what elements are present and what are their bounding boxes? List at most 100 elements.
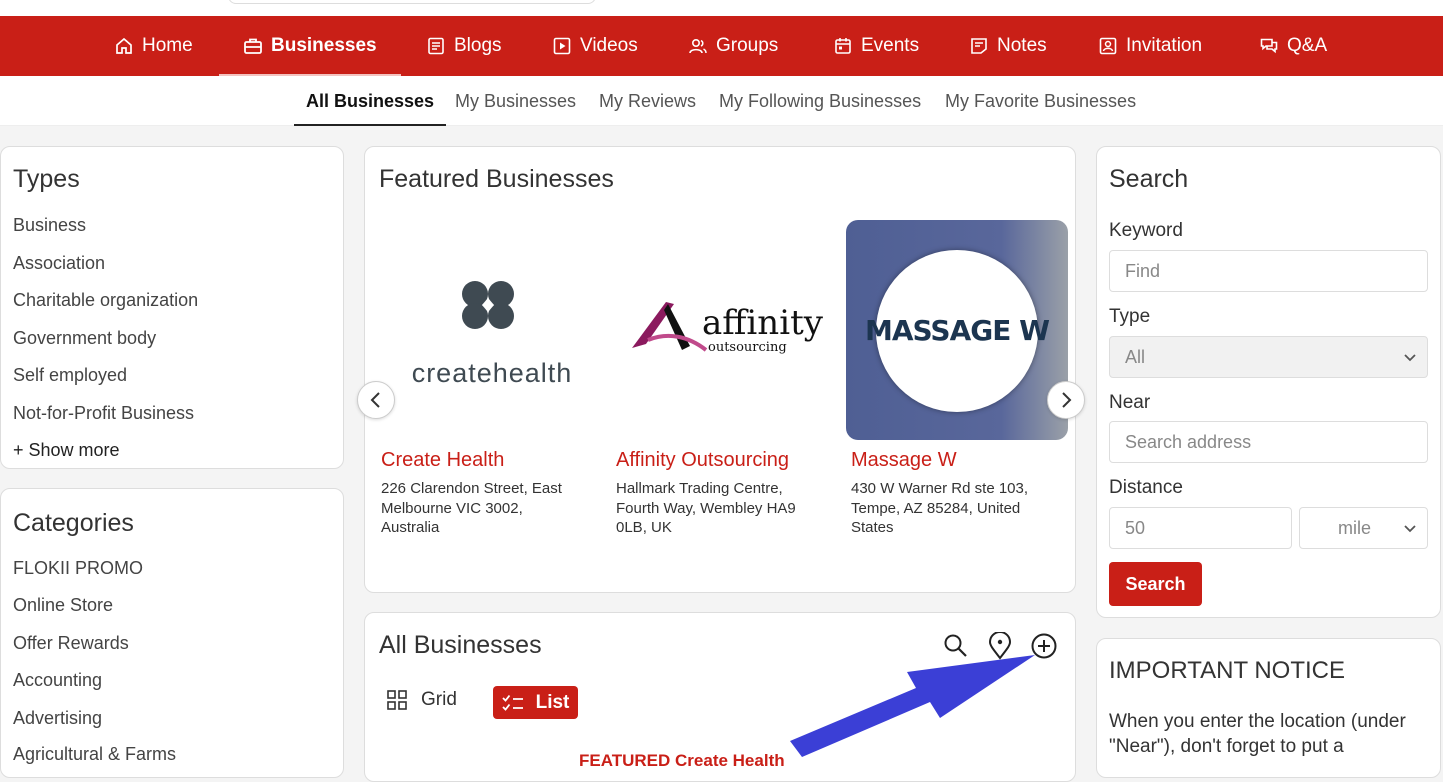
sub-nav: All Businesses My Businesses My Reviews …	[0, 76, 1443, 126]
featured-card: Featured Businesses createhealth affinit…	[357, 146, 1085, 593]
category-link[interactable]: FLOKII PROMO	[13, 558, 143, 579]
notice-title: IMPORTANT NOTICE	[1109, 657, 1346, 684]
nav-videos-label: Videos	[580, 35, 638, 56]
type-link[interactable]: Government body	[13, 328, 156, 349]
chevron-right-icon	[1062, 392, 1072, 408]
nav-groups[interactable]: Groups	[688, 16, 778, 76]
nav-home[interactable]: Home	[114, 16, 193, 76]
affinity-logo-text: affinity	[702, 303, 823, 343]
nav-groups-label: Groups	[716, 35, 779, 56]
near-placeholder: Search address	[1125, 431, 1252, 452]
featured-name-massage-w[interactable]: Massage W	[851, 449, 957, 472]
type-link[interactable]: Not-for-Profit Business	[13, 403, 194, 424]
near-label: Near	[1109, 392, 1151, 413]
search-button[interactable]: Search	[1109, 562, 1202, 606]
nav-invitation-label: Invitation	[1126, 35, 1203, 56]
blog-icon	[428, 37, 444, 55]
nav-businesses-label: Businesses	[271, 35, 377, 56]
keyword-placeholder: Find	[1125, 260, 1161, 281]
notes-icon	[971, 38, 987, 54]
nav-businesses[interactable]: Businesses	[219, 16, 401, 76]
view-list-label: List	[535, 691, 570, 713]
main-nav: Home Businesses Blogs Videos Groups Even…	[0, 16, 1443, 76]
business-list-item-title[interactable]: FEATURED Create Health	[579, 751, 785, 771]
subnav-all-businesses[interactable]: All Businesses	[294, 76, 447, 126]
subnav-my-favorite[interactable]: My Favorite Businesses	[945, 76, 1136, 126]
category-link[interactable]: Online Store	[13, 595, 113, 616]
all-businesses-card: All Businesses Grid List FEATURED Create…	[364, 612, 1076, 782]
distance-label: Distance	[1109, 477, 1183, 498]
nav-invitation[interactable]: Invitation	[1098, 16, 1202, 76]
list-check-icon	[501, 694, 523, 711]
global-search-input[interactable]	[228, 0, 596, 4]
type-link[interactable]: Business	[13, 215, 86, 236]
nav-qa[interactable]: Q&A	[1259, 16, 1327, 76]
view-grid-button[interactable]: Grid	[387, 689, 457, 711]
view-list-button[interactable]: List	[493, 686, 578, 719]
video-icon	[553, 37, 571, 55]
subnav-my-businesses[interactable]: My Businesses	[455, 76, 576, 126]
nav-home-label: Home	[142, 35, 193, 56]
type-select[interactable]: All	[1109, 336, 1428, 378]
categories-title: Categories	[13, 509, 134, 537]
chevron-down-icon	[1404, 354, 1416, 362]
nav-videos[interactable]: Videos	[552, 16, 638, 76]
near-input[interactable]: Search address	[1109, 421, 1428, 463]
category-link[interactable]: Offer Rewards	[13, 633, 129, 654]
featured-address: 430 W Warner Rd ste 103, Tempe, AZ 85284…	[851, 480, 1029, 536]
search-icon[interactable]	[943, 633, 969, 659]
featured-name-affinity[interactable]: Affinity Outsourcing	[616, 449, 789, 472]
nav-blogs-label: Blogs	[454, 35, 502, 56]
nav-notes[interactable]: Notes	[969, 16, 1047, 76]
createhealth-logo-text: createhealth	[411, 358, 573, 388]
notice-card: IMPORTANT NOTICE When you enter the loca…	[1096, 638, 1441, 778]
groups-icon	[689, 38, 707, 54]
nav-qa-label: Q&A	[1287, 35, 1328, 56]
subnav-my-following[interactable]: My Following Businesses	[719, 76, 921, 126]
types-title: Types	[13, 165, 80, 193]
qa-icon	[1260, 38, 1278, 54]
view-grid-label: Grid	[421, 689, 457, 710]
category-link[interactable]: Advertising	[13, 708, 102, 729]
add-business-icon[interactable]	[1030, 632, 1058, 660]
show-more-link[interactable]: + Show more	[13, 440, 120, 461]
map-pin-icon[interactable]	[987, 632, 1013, 660]
distance-unit-value: mile	[1338, 517, 1372, 538]
createhealth-logo[interactable]: createhealth	[381, 220, 603, 440]
massagew-logo[interactable]: MASSAGE W	[846, 220, 1068, 440]
grid-icon	[387, 690, 407, 710]
type-link[interactable]: Association	[13, 253, 105, 274]
categories-card: Categories FLOKII PROMO Online Store Off…	[0, 488, 344, 778]
featured-title: Featured Businesses	[379, 165, 614, 193]
featured-address: Hallmark Trading Centre, Fourth Way, Wem…	[616, 480, 796, 536]
affinity-logo[interactable]: affinity outsourcing	[616, 220, 838, 440]
featured-name-create-health[interactable]: Create Health	[381, 449, 504, 472]
keyword-input[interactable]: Find	[1109, 250, 1428, 292]
all-businesses-title: All Businesses	[379, 631, 542, 659]
type-link[interactable]: Self employed	[13, 365, 127, 386]
massagew-logo-text: MASSAGE W	[864, 314, 1050, 347]
calendar-icon	[835, 38, 851, 54]
nav-events-label: Events	[861, 35, 920, 56]
category-link[interactable]: Accounting	[13, 670, 102, 691]
subnav-my-reviews[interactable]: My Reviews	[599, 76, 696, 126]
createhealth-logo-mark	[462, 281, 514, 329]
category-link[interactable]: Agricultural & Farms	[13, 744, 176, 765]
top-strip	[0, 0, 1443, 16]
distance-unit-select[interactable]: mile	[1299, 507, 1428, 549]
notice-text-line: "Near"), don't forget to put a	[1109, 736, 1344, 757]
invitation-icon	[1099, 37, 1117, 55]
distance-input[interactable]: 50	[1109, 507, 1292, 549]
type-link[interactable]: Charitable organization	[13, 290, 198, 311]
carousel-prev-button[interactable]	[357, 381, 395, 419]
distance-placeholder: 50	[1125, 517, 1146, 538]
home-icon	[116, 37, 132, 54]
briefcase-icon	[244, 38, 262, 54]
affinity-logo-subtext: outsourcing	[708, 340, 787, 355]
carousel-next-button[interactable]	[1047, 381, 1085, 419]
chevron-down-icon	[1404, 525, 1416, 533]
nav-blogs[interactable]: Blogs	[426, 16, 502, 76]
nav-events[interactable]: Events	[833, 16, 919, 76]
chevron-left-icon	[370, 392, 380, 408]
type-select-value: All	[1125, 346, 1146, 367]
